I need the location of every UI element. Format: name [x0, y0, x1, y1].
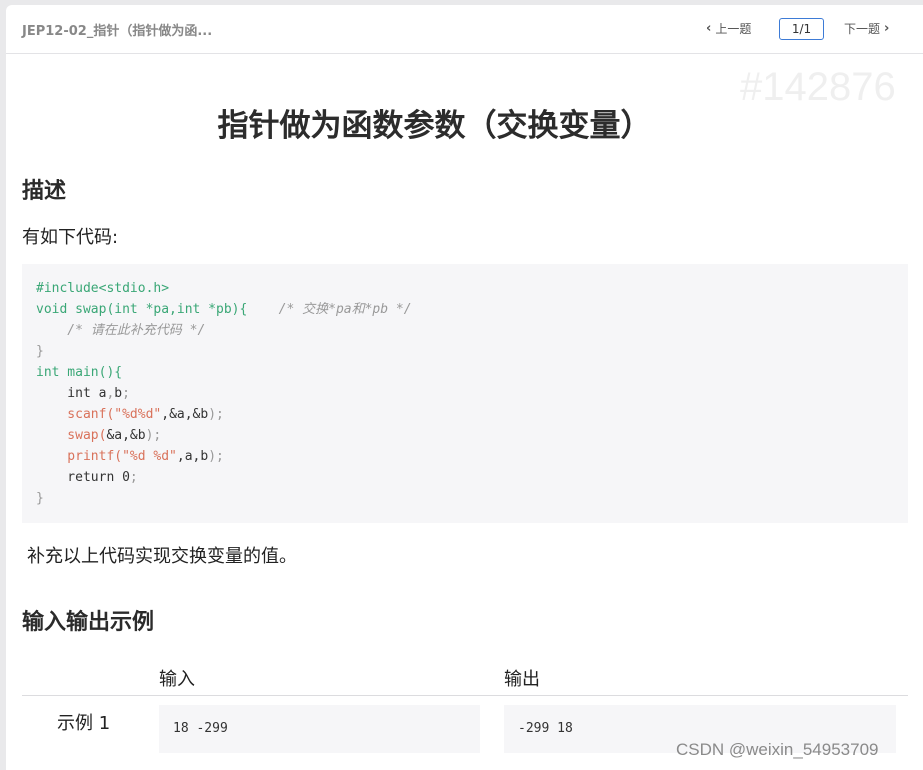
io-examples-heading: 输入输出示例 [22, 610, 155, 635]
page-indicator[interactable]: 1/1 [779, 18, 824, 40]
problem-card: JEP12-02_指针（指针做为函... ‹ 上一题 1/1 下一题 › #14… [6, 5, 923, 770]
code-line: printf("%d %d",a,b); [36, 446, 908, 467]
code-token: ; [122, 386, 130, 401]
next-problem-label: 下一题 [844, 22, 881, 36]
problem-title: 指针做为函数参数（交换变量） [217, 108, 652, 144]
code-line: } [36, 488, 908, 509]
code-token: main(){ [59, 365, 123, 380]
code-token: printf( [36, 449, 123, 464]
code-line: int a,b; [36, 383, 908, 404]
example-row-label: 示例 1 [57, 713, 111, 734]
code-token: /* 交换*pa和*pb */ [247, 302, 412, 317]
code-token: b [114, 386, 123, 401]
code-token: void swap(int *pa,int *pb){ [36, 302, 248, 317]
code-token: int a [36, 386, 107, 401]
chevron-right-icon: › [884, 21, 890, 36]
chevron-left-icon: ‹ [706, 21, 712, 36]
code-line: int main(){ [36, 362, 908, 383]
next-problem-button[interactable]: 下一题 › [844, 20, 889, 37]
code-token: "%d %d" [122, 449, 177, 464]
code-line: scanf("%d%d",&a,&b); [36, 404, 908, 425]
table-divider [22, 695, 908, 696]
output-column-header: 输出 [504, 669, 540, 690]
code-line: #include<stdio.h> [36, 278, 908, 299]
code-token: ); [208, 407, 224, 422]
code-line: } [36, 341, 908, 362]
code-token: int [36, 365, 60, 380]
prev-problem-button[interactable]: ‹ 上一题 [706, 20, 751, 37]
csdn-watermark: CSDN @weixin_54953709 [676, 740, 879, 759]
code-token: "%d%d" [114, 407, 162, 422]
code-token: scanf( [36, 407, 115, 422]
code-token: return 0 [36, 470, 130, 485]
code-token: ); [208, 449, 224, 464]
code-token: #include<stdio.h> [36, 281, 170, 296]
code-line: swap(&a,&b); [36, 425, 908, 446]
code-line: return 0; [36, 467, 908, 488]
code-token: ,&a,&b [161, 407, 209, 422]
description-heading: 描述 [22, 179, 67, 204]
code-token: ; [129, 470, 138, 485]
code-token: } [36, 491, 44, 506]
top-bar: JEP12-02_指针（指针做为函... ‹ 上一题 1/1 下一题 › [6, 5, 923, 54]
intro-text: 有如下代码: [22, 227, 119, 248]
code-token: swap( [36, 428, 107, 443]
code-token: &a,&b [106, 428, 146, 443]
outro-text: 补充以上代码实现交换变量的值。 [27, 546, 297, 567]
code-token: ); [145, 428, 162, 443]
code-line: void swap(int *pa,int *pb){ /* 交换*pa和*pb… [36, 299, 908, 320]
code-token: /* 请在此补充代码 */ [36, 323, 206, 338]
code-block: #include<stdio.h> void swap(int *pa,int *… [22, 264, 908, 523]
code-token: } [36, 344, 44, 359]
code-token: ,a,b [176, 449, 209, 464]
example-input[interactable]: 18 -299 [159, 705, 480, 753]
prev-problem-label: 上一题 [715, 22, 752, 36]
breadcrumb[interactable]: JEP12-02_指针（指针做为函... [22, 20, 212, 39]
code-line: /* 请在此补充代码 */ [36, 320, 908, 341]
input-column-header: 输入 [159, 669, 195, 690]
